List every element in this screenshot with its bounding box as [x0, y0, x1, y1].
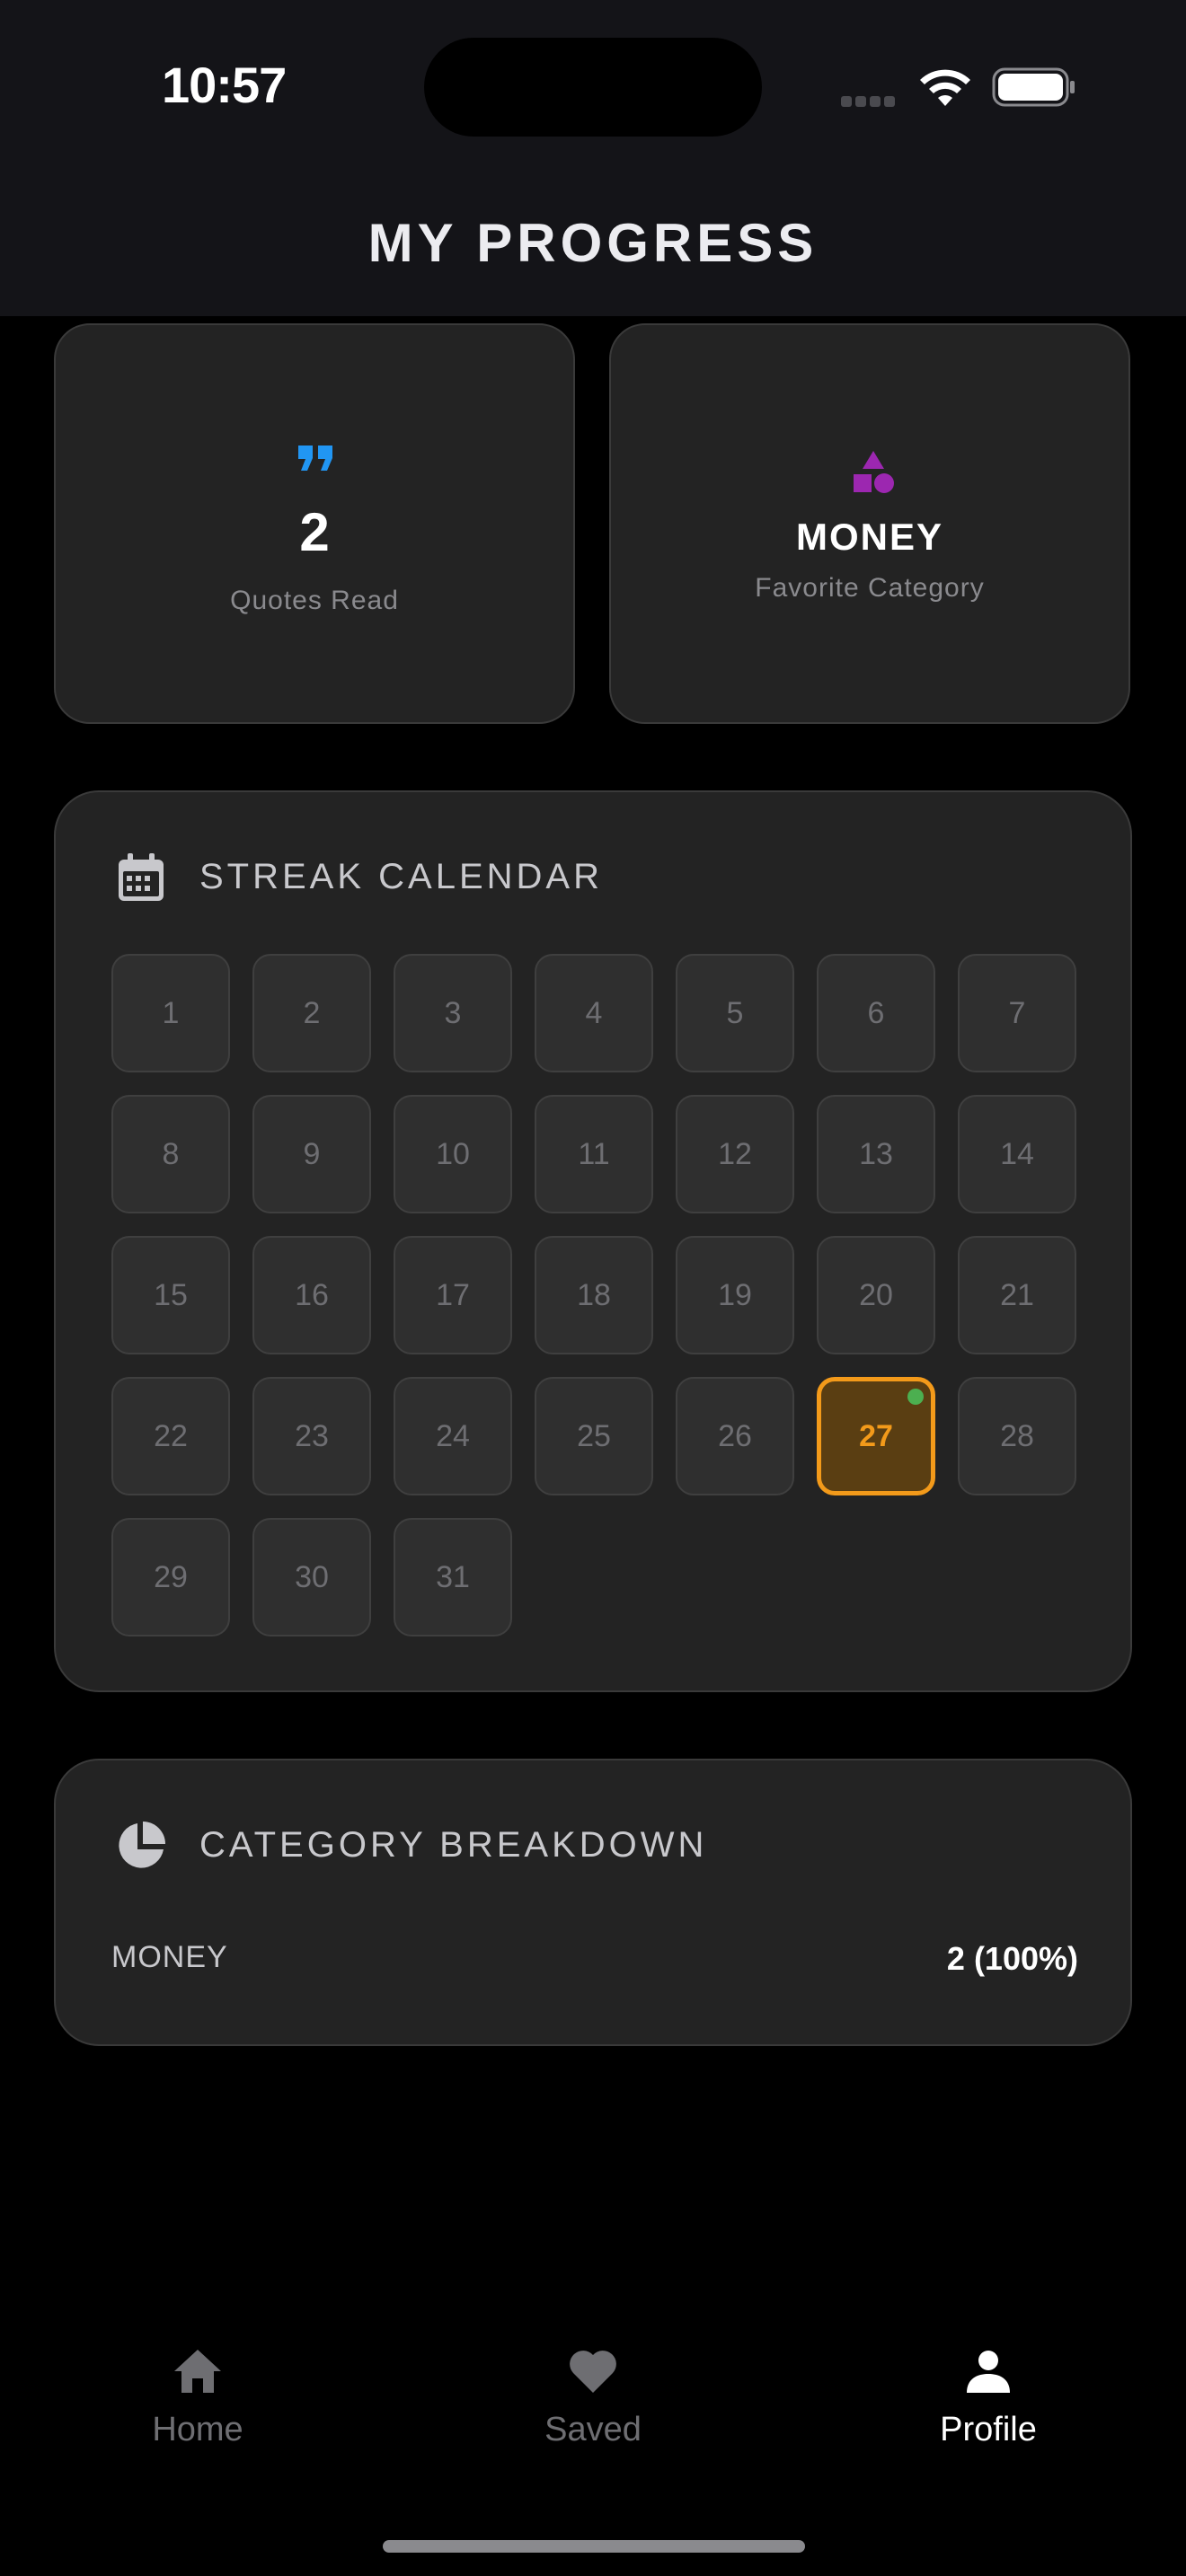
calendar-day[interactable]: 13 — [817, 1095, 935, 1213]
calendar-day-number: 25 — [577, 1419, 611, 1453]
calendar-day[interactable]: 7 — [958, 954, 1076, 1072]
cellular-signal-icon — [841, 95, 902, 108]
category-breakdown-panel: CATEGORY BREAKDOWN MONEY 2 (100%) — [54, 1759, 1132, 2046]
calendar-day[interactable]: 25 — [535, 1377, 653, 1495]
shapes-icon — [854, 451, 894, 493]
home-indicator — [383, 2540, 805, 2553]
calendar-day-number: 16 — [295, 1278, 329, 1312]
calendar-day-number: 5 — [726, 996, 744, 1030]
heart-icon — [570, 2351, 616, 2393]
calendar-day-number: 10 — [436, 1137, 470, 1171]
quotes-read-label: Quotes Read — [230, 586, 399, 615]
streak-calendar-title: STREAK CALENDAR — [199, 857, 603, 896]
calendar-day-number: 30 — [295, 1560, 329, 1594]
calendar-day[interactable]: 19 — [676, 1236, 794, 1354]
breakdown-row: MONEY 2 (100%) — [111, 1940, 1078, 1981]
calendar-day-number: 29 — [154, 1560, 188, 1594]
calendar-day[interactable]: 22 — [111, 1377, 230, 1495]
person-icon — [967, 2351, 1010, 2393]
calendar-day[interactable]: 12 — [676, 1095, 794, 1213]
calendar-day[interactable]: 30 — [252, 1518, 371, 1636]
calendar-day[interactable]: 8 — [111, 1095, 230, 1213]
calendar-day[interactable]: 6 — [817, 954, 935, 1072]
calendar-day-number: 8 — [162, 1137, 180, 1171]
calendar-day[interactable]: 16 — [252, 1236, 371, 1354]
calendar-day-today[interactable]: 27 — [817, 1377, 935, 1495]
calendar-day[interactable]: 2 — [252, 954, 371, 1072]
quote-icon — [298, 446, 332, 471]
calendar-day-number: 23 — [295, 1419, 329, 1453]
category-breakdown-title: CATEGORY BREAKDOWN — [199, 1825, 708, 1865]
calendar-day-number: 6 — [867, 996, 885, 1030]
pie-chart-icon — [119, 1822, 165, 1868]
calendar-day-number: 21 — [1000, 1278, 1034, 1312]
page-title: MY PROGRESS — [367, 213, 819, 273]
calendar-day[interactable]: 10 — [394, 1095, 512, 1213]
calendar-day[interactable]: 15 — [111, 1236, 230, 1354]
calendar-day-number: 11 — [578, 1137, 610, 1171]
calendar-day[interactable]: 20 — [817, 1236, 935, 1354]
calendar-day-number: 12 — [718, 1137, 752, 1171]
calendar-day-number: 3 — [444, 996, 462, 1030]
dynamic-island — [424, 38, 762, 137]
calendar-day-number: 27 — [859, 1419, 893, 1453]
calendar-day[interactable]: 5 — [676, 954, 794, 1072]
calendar-day[interactable]: 4 — [535, 954, 653, 1072]
favorite-category-card: MONEY Favorite Category — [609, 323, 1130, 724]
tab-saved[interactable]: Saved — [458, 2344, 728, 2449]
calendar-day-number: 28 — [1000, 1419, 1034, 1453]
calendar-day[interactable]: 17 — [394, 1236, 512, 1354]
tab-profile[interactable]: Profile — [854, 2344, 1123, 2449]
read-indicator-dot — [907, 1389, 924, 1405]
calendar-day-number: 13 — [859, 1137, 893, 1171]
calendar-day[interactable]: 26 — [676, 1377, 794, 1495]
calendar-day[interactable]: 21 — [958, 1236, 1076, 1354]
quotes-read-value: 2 — [299, 502, 330, 562]
calendar-day-number: 31 — [436, 1560, 470, 1594]
tab-saved-label: Saved — [544, 2411, 642, 2448]
battery-icon — [992, 67, 1075, 107]
calendar-day[interactable]: 29 — [111, 1518, 230, 1636]
tab-home-label: Home — [152, 2411, 243, 2448]
calendar-day-number: 20 — [859, 1278, 893, 1312]
progress-screen: 10:57 MY PROGRESS 2 Quotes Read MONEY Fa… — [0, 0, 1186, 2576]
calendar-day[interactable]: 18 — [535, 1236, 653, 1354]
calendar-day[interactable]: 3 — [394, 954, 512, 1072]
calendar-day[interactable]: 11 — [535, 1095, 653, 1213]
tab-home[interactable]: Home — [63, 2344, 332, 2449]
quotes-read-card: 2 Quotes Read — [54, 323, 575, 724]
calendar-day[interactable]: 24 — [394, 1377, 512, 1495]
home-icon — [174, 2350, 221, 2393]
calendar-day-number: 15 — [154, 1278, 188, 1312]
calendar-day[interactable]: 31 — [394, 1518, 512, 1636]
wifi-icon — [920, 69, 970, 106]
calendar-day-number: 18 — [577, 1278, 611, 1312]
favorite-category-label: Favorite Category — [755, 573, 985, 603]
header: 10:57 MY PROGRESS — [0, 0, 1186, 316]
breakdown-category: MONEY — [111, 1940, 228, 1974]
calendar-day-number: 26 — [718, 1419, 752, 1453]
calendar-icon — [119, 853, 164, 901]
calendar-day-number: 9 — [303, 1137, 321, 1171]
calendar-day[interactable]: 1 — [111, 954, 230, 1072]
status-time: 10:57 — [162, 57, 287, 113]
calendar-day-number: 22 — [154, 1419, 188, 1453]
calendar-day-number: 4 — [585, 996, 603, 1030]
calendar-day-number: 1 — [162, 996, 180, 1030]
streak-calendar-panel: STREAK CALENDAR 1 2 3 4 5 6 7 8 9 10 11 12 13 14 15 16 1… — [54, 790, 1132, 1692]
calendar-day-number: 7 — [1008, 996, 1026, 1030]
calendar-day[interactable]: 28 — [958, 1377, 1076, 1495]
calendar-day-number: 2 — [303, 996, 321, 1030]
calendar-day-number: 24 — [436, 1419, 470, 1453]
calendar-day-number: 14 — [1000, 1137, 1034, 1171]
calendar-day-number: 19 — [718, 1278, 752, 1312]
calendar-day[interactable]: 23 — [252, 1377, 371, 1495]
calendar-day[interactable]: 9 — [252, 1095, 371, 1213]
calendar-day-number: 17 — [436, 1278, 470, 1312]
tab-profile-label: Profile — [940, 2411, 1037, 2448]
calendar-day[interactable]: 14 — [958, 1095, 1076, 1213]
favorite-category-value: MONEY — [795, 516, 943, 558]
breakdown-count: 2 (100%) — [946, 1940, 1078, 1977]
